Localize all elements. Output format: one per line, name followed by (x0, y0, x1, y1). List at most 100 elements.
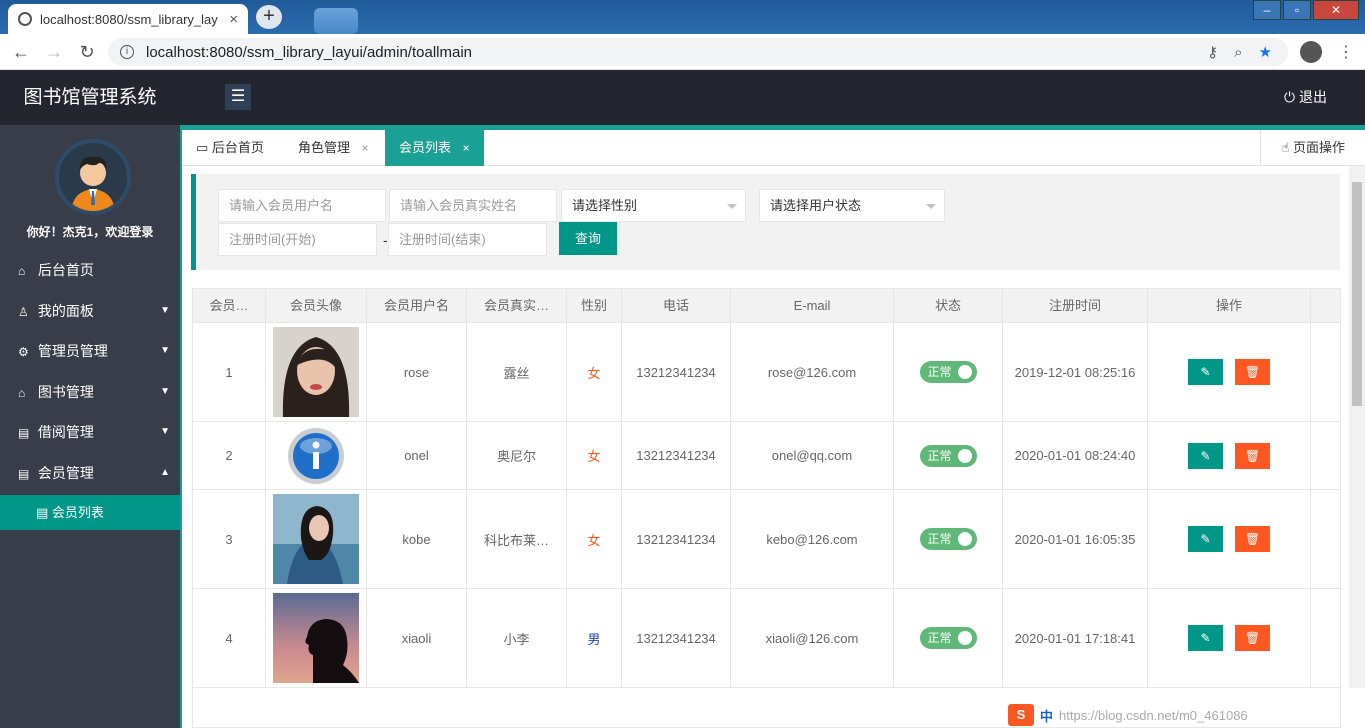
sogou-ime-icon[interactable]: S (1008, 704, 1034, 726)
close-icon[interactable]: × (463, 141, 470, 155)
actions-cell: ✎ 🗑 (1148, 422, 1311, 489)
sidebar-item-label: 借阅管理 (37, 424, 94, 440)
search-panel: 请输入会员用户名 请输入会员真实姓名 请选择性别 请选择用户状态 注册时间(开始… (191, 174, 1340, 270)
member-gender: 男 (567, 589, 622, 687)
table-row: 2 onel 奥尼尔 女 13212341234 onel@qq.com 正常 … (193, 422, 1340, 490)
actions-cell: ✎ 🗑 (1148, 490, 1311, 588)
member-username: kobe (367, 490, 467, 588)
status-cell: 正常 (894, 589, 1003, 687)
column-header[interactable]: 会员… (193, 289, 266, 322)
column-header[interactable]: 注册时间 (1003, 289, 1148, 322)
tab-label: 会员列表 (399, 140, 452, 155)
column-header[interactable]: 状态 (894, 289, 1003, 322)
column-header[interactable]: E-mail (731, 289, 894, 322)
tab-home[interactable]: ▭ 后台首页 (182, 130, 278, 166)
document-icon: ▤ (36, 505, 49, 520)
status-toggle[interactable]: 正常 (919, 627, 977, 649)
query-button[interactable]: 查询 (559, 222, 617, 255)
key-icon[interactable]: ⚷ (1207, 43, 1218, 61)
menu-kebab-icon[interactable]: ⋮ (1338, 42, 1354, 62)
tab-role-manage[interactable]: 角色管理 × (284, 130, 383, 166)
member-reg-time: 2020-01-01 17:18:41 (1003, 589, 1148, 687)
zoom-icon[interactable]: ⌕ (1234, 44, 1242, 61)
sidebar-item-home[interactable]: ⌂ 后台首页 (0, 250, 180, 290)
status-toggle[interactable]: 正常 (919, 444, 977, 467)
tab-member-list[interactable]: 会员列表 × (385, 130, 484, 166)
scrollbar-thumb[interactable] (1352, 182, 1362, 406)
page-operations-button[interactable]: ☝ 页面操作 (1260, 130, 1365, 166)
chevron-down-icon: ▼ (160, 345, 170, 356)
edit-button[interactable]: ✎ (1188, 359, 1223, 385)
realname-search-input[interactable]: 请输入会员真实姓名 (389, 189, 557, 222)
account-icon[interactable] (1300, 41, 1322, 63)
forward-icon[interactable]: → (42, 40, 66, 64)
new-tab-button[interactable]: + (256, 5, 282, 29)
member-gender: 女 (567, 323, 622, 421)
reload-icon[interactable]: ↻ (75, 40, 99, 64)
close-icon[interactable]: × (229, 11, 238, 28)
page-ops-label: 页面操作 (1292, 140, 1345, 155)
sidebar-item-borrow-manage[interactable]: ▤ 借阅管理 ▼ (0, 412, 180, 452)
status-cell: 正常 (894, 490, 1003, 588)
status-toggle[interactable]: 正常 (919, 361, 977, 383)
sidebar-subitem-member-list[interactable]: ▤ 会员列表 (0, 495, 180, 530)
minimize-button[interactable]: – (1253, 0, 1281, 20)
edit-button[interactable]: ✎ (1188, 442, 1223, 469)
browser-tab[interactable]: localhost:8080/ssm_library_lay × (8, 4, 248, 34)
maximize-button[interactable]: ▫ (1283, 0, 1311, 20)
info-icon[interactable]: i (120, 45, 134, 59)
status-text: 正常 (927, 448, 952, 463)
close-icon[interactable]: × (362, 141, 369, 155)
menu-toggle-icon[interactable]: ☰ (225, 84, 251, 110)
delete-button[interactable]: 🗑 (1235, 359, 1270, 385)
sidebar-item-admin-manage[interactable]: ⚙ 管理员管理 ▼ (0, 331, 180, 371)
reg-end-input[interactable]: 注册时间(结束) (388, 223, 547, 256)
logout-button[interactable]: ⏻ 退出 (1284, 70, 1327, 125)
window-close-button[interactable]: ✕ (1313, 0, 1359, 20)
bookmark-star-icon[interactable]: ★ (1259, 43, 1272, 61)
back-icon[interactable]: ← (9, 40, 33, 64)
column-header[interactable]: 会员用户名 (367, 289, 467, 322)
ime-language-indicator[interactable]: 中 (1040, 706, 1053, 725)
chevron-down-icon: ▼ (160, 426, 170, 437)
gear-icon: ⚙ (18, 345, 29, 359)
sidebar-item-my-panel[interactable]: ♙ 我的面板 ▼ (0, 291, 180, 331)
user-icon: ♙ (18, 305, 29, 319)
toggle-knob (957, 448, 972, 463)
status-toggle[interactable]: 正常 (919, 528, 977, 550)
member-phone: 13212341234 (622, 323, 731, 421)
column-header[interactable]: 会员头像 (266, 289, 367, 322)
ime-toolbar: S 中 https://blog.csdn.net/m0_461086 (1008, 702, 1365, 728)
content-tabs: ▭ 后台首页 角色管理 × 会员列表 × ☝ 页面操作 (182, 130, 1365, 166)
sidebar-item-label: 图书管理 (37, 384, 94, 400)
edit-button[interactable]: ✎ (1188, 625, 1223, 651)
monitor-icon: ▭ (196, 140, 209, 155)
edit-button[interactable]: ✎ (1188, 526, 1223, 552)
table-row: 1 rose 露丝 女 13212341234 rose@126.com 正常 … (193, 323, 1340, 422)
url-text: localhost:8080/ssm_library_layui/admin/t… (146, 43, 472, 61)
browser-tabstrip: localhost:8080/ssm_library_lay × + – ▫ ✕ (0, 0, 1365, 34)
delete-button[interactable]: 🗑 (1235, 442, 1270, 469)
column-header[interactable]: 性别 (567, 289, 622, 322)
url-field[interactable]: i localhost:8080/ssm_library_layui/admin… (108, 38, 1288, 66)
status-select[interactable]: 请选择用户状态 (759, 189, 945, 222)
globe-icon (18, 12, 32, 26)
username-search-input[interactable]: 请输入会员用户名 (218, 189, 386, 222)
column-header[interactable]: 电话 (622, 289, 731, 322)
reg-start-input[interactable]: 注册时间(开始) (218, 223, 377, 256)
sidebar-subitem-label: 会员列表 (51, 505, 104, 520)
sidebar-item-book-manage[interactable]: ⌂ 图书管理 ▼ (0, 372, 180, 412)
gender-select[interactable]: 请选择性别 (561, 189, 746, 222)
member-reg-time: 2019-12-01 08:25:16 (1003, 323, 1148, 421)
column-header[interactable]: 会员真实… (467, 289, 567, 322)
page-scrollbar[interactable] (1349, 166, 1365, 688)
delete-button[interactable]: 🗑 (1235, 526, 1270, 552)
range-dash: - (383, 232, 388, 248)
app-header: 图书馆管理系统 ☰ ⏻ 退出 (0, 70, 1365, 125)
hand-pointer-icon: ☝ (1281, 140, 1290, 155)
sidebar-item-member-manage[interactable]: ▤ 会员管理 ▲ (0, 453, 180, 493)
column-header[interactable]: 操作 (1148, 289, 1311, 322)
status-cell: 正常 (894, 323, 1003, 421)
member-avatar (266, 323, 367, 421)
delete-button[interactable]: 🗑 (1235, 625, 1270, 651)
